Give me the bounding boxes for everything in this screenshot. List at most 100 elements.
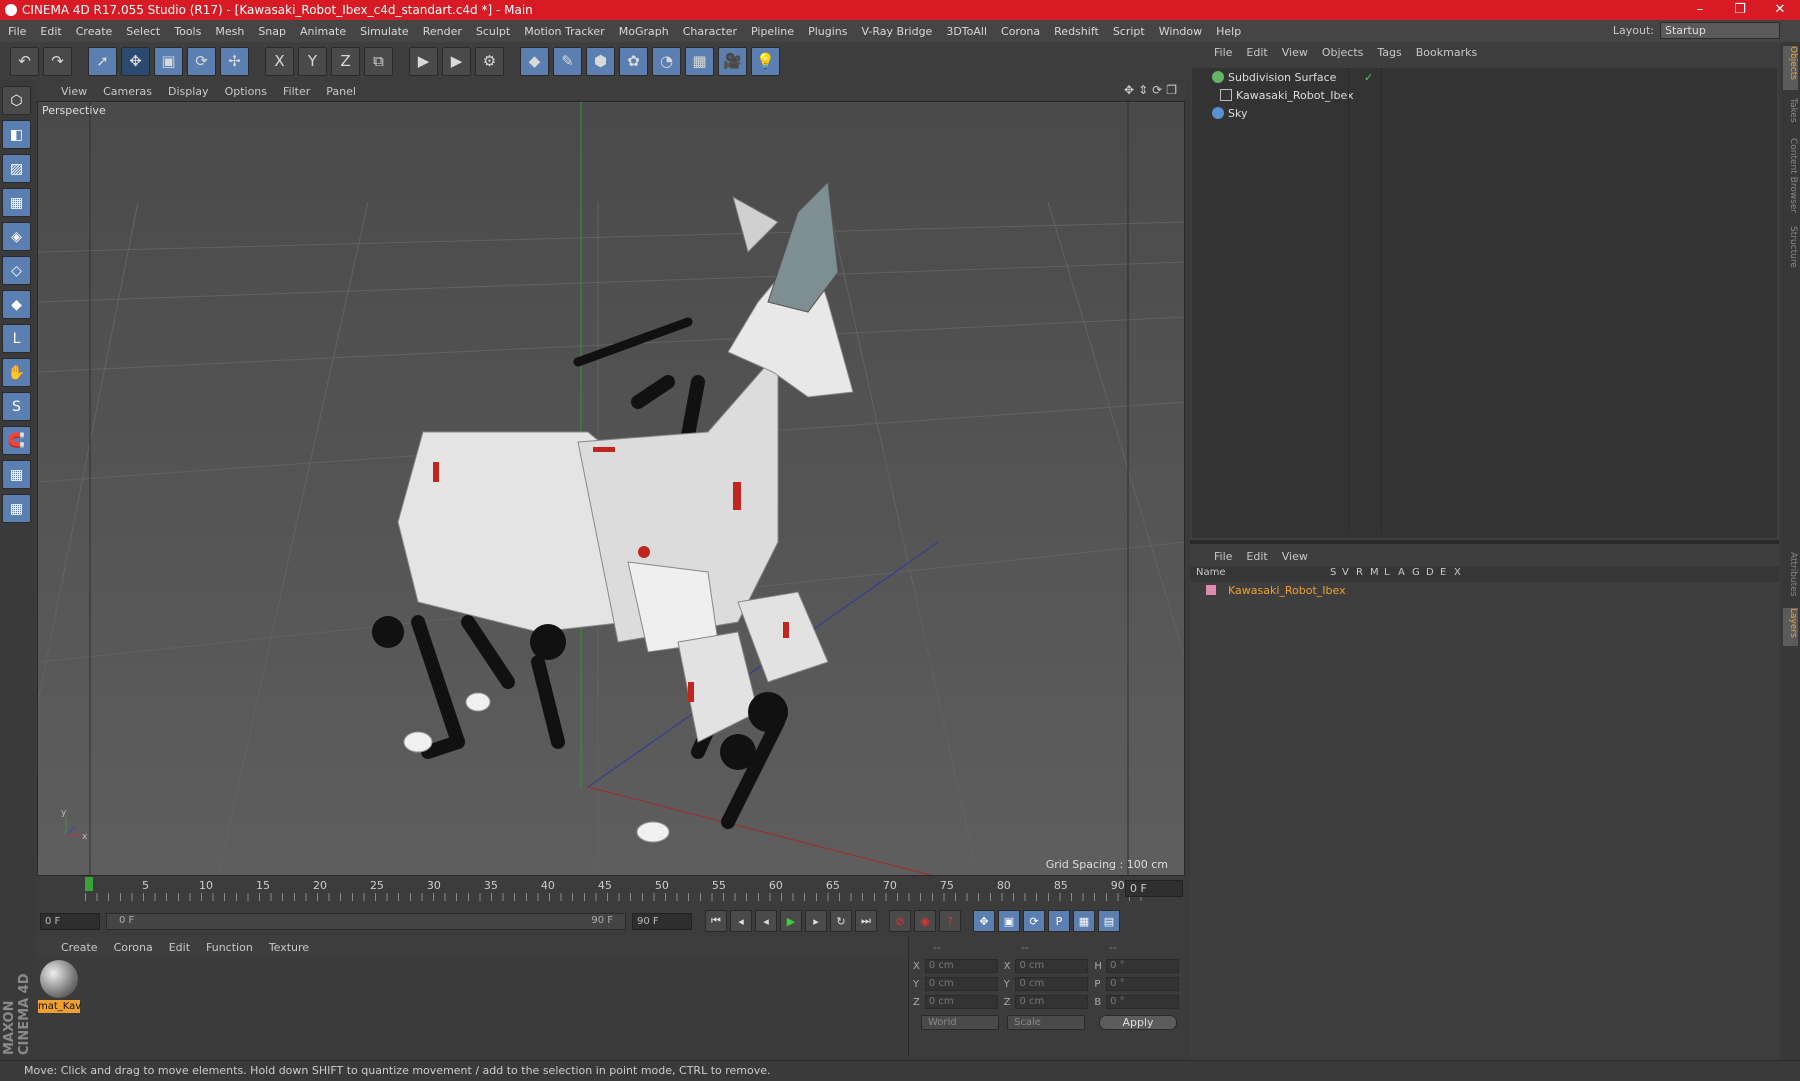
play-icon[interactable]: ▶	[780, 910, 802, 932]
menu-3dtoall[interactable]: 3DToAll	[946, 25, 987, 38]
coord-space-dropdown[interactable]: World	[921, 1015, 999, 1030]
polygons-mode-icon[interactable]: ◆	[2, 290, 31, 319]
objects-menu-edit[interactable]: Edit	[1246, 46, 1267, 59]
viewport-menu-filter[interactable]: Filter	[283, 85, 310, 98]
pla-key-icon[interactable]: ▦	[1073, 910, 1095, 932]
object-flags[interactable]	[1348, 104, 1382, 122]
layer-column-e[interactable]: E	[1440, 567, 1446, 578]
coord-value-field[interactable]: 0 cm	[924, 977, 998, 991]
menu-select[interactable]: Select	[126, 25, 160, 38]
timeline-icon[interactable]: ▤	[1098, 910, 1120, 932]
render-settings-icon[interactable]: ⚙	[475, 46, 504, 76]
objects-menu-objects[interactable]: Objects	[1322, 46, 1364, 59]
menu-mograph[interactable]: MoGraph	[619, 25, 669, 38]
points-mode-icon[interactable]: ◈	[2, 222, 31, 251]
objects-menu-tags[interactable]: Tags	[1377, 46, 1401, 59]
coord-value-field[interactable]: 0 °	[1106, 995, 1179, 1009]
layer-column-d[interactable]: D	[1426, 567, 1434, 578]
menu-tools[interactable]: Tools	[174, 25, 201, 38]
menu-motion-tracker[interactable]: Motion Tracker	[524, 25, 604, 38]
goto-start-icon[interactable]: ⏮	[705, 910, 727, 932]
edges-mode-icon[interactable]: ◇	[2, 256, 31, 285]
coord-value-field[interactable]: 0 cm	[1015, 995, 1089, 1009]
coord-value-field[interactable]: 0 °	[1106, 977, 1179, 991]
minimize-button[interactable]: –	[1680, 0, 1720, 20]
objects-menu-bookmarks[interactable]: Bookmarks	[1416, 46, 1477, 59]
tab-attributes[interactable]: Attributes	[1783, 552, 1798, 606]
material-name[interactable]: mat_Kav	[38, 1000, 81, 1013]
menu-edit[interactable]: Edit	[40, 25, 61, 38]
workplane-icon[interactable]: ▦	[2, 188, 31, 217]
prev-key-icon[interactable]: ◂	[730, 910, 752, 932]
close-button[interactable]: ✕	[1760, 0, 1800, 20]
snapping-icon[interactable]: 🧲	[2, 426, 31, 455]
tab-structure[interactable]: Structure	[1783, 226, 1798, 276]
maximize-button[interactable]: ❐	[1720, 0, 1760, 20]
x-axis-icon[interactable]: X	[265, 46, 294, 76]
next-key-icon[interactable]: ▸	[805, 910, 827, 932]
menu-pipeline[interactable]: Pipeline	[751, 25, 794, 38]
menu-help[interactable]: Help	[1216, 25, 1241, 38]
locked-workplane-icon[interactable]: ▦	[2, 460, 31, 489]
pen-spline-icon[interactable]: ✎	[553, 46, 582, 76]
viewport-menu-view[interactable]: View	[61, 85, 87, 98]
object-row-subdivision-surface[interactable]: Subdivision Surface ✓	[1192, 68, 1777, 86]
current-frame-field[interactable]: 0 F	[1125, 880, 1183, 897]
playhead[interactable]	[85, 877, 93, 891]
play-back-icon[interactable]: ◂	[755, 910, 777, 932]
loop-icon[interactable]: ↻	[830, 910, 852, 932]
light-icon[interactable]: 💡	[751, 46, 780, 76]
timeline-ruler[interactable]: 051015202530354045505560657075808590 0 F	[37, 877, 1185, 905]
layer-column-v[interactable]: V	[1342, 567, 1349, 578]
record-off-icon[interactable]: ⊘	[889, 910, 911, 932]
layers-menu-view[interactable]: View	[1282, 550, 1308, 563]
floor-icon[interactable]: ▦	[685, 46, 714, 76]
menu-vray-bridge[interactable]: V-Ray Bridge	[861, 25, 932, 38]
menu-simulate[interactable]: Simulate	[360, 25, 409, 38]
texture-mode-icon[interactable]: ▨	[2, 154, 31, 183]
z-axis-icon[interactable]: Z	[331, 46, 360, 76]
panel-splitter[interactable]	[1190, 540, 1779, 544]
make-editable-icon[interactable]: ⬡	[2, 86, 31, 115]
layer-column-g[interactable]: G	[1412, 567, 1420, 578]
material-menu-function[interactable]: Function	[206, 941, 253, 954]
subdivision-icon[interactable]: ⬢	[586, 46, 615, 76]
select-arrow-icon[interactable]: ➚	[88, 46, 117, 76]
timeline-ruler-marks[interactable]	[85, 893, 1145, 901]
layer-column-m[interactable]: M	[1370, 567, 1379, 578]
menu-script[interactable]: Script	[1113, 25, 1145, 38]
viewport-menu-panel[interactable]: Panel	[326, 85, 356, 98]
enabled-check-icon[interactable]: ✓	[1364, 71, 1373, 84]
timeline-ticks[interactable]: 051015202530354045505560657075808590	[85, 877, 1145, 901]
autokey-icon[interactable]: ◉	[914, 910, 936, 932]
y-axis-icon[interactable]: Y	[298, 46, 327, 76]
material-menu-edit[interactable]: Edit	[169, 941, 190, 954]
coord-mode-dropdown[interactable]: Scale	[1007, 1015, 1085, 1030]
perspective-viewport[interactable]: y x Perspective Grid Spacing : 100 cm	[37, 101, 1185, 876]
menu-animate[interactable]: Animate	[300, 25, 346, 38]
menu-mesh[interactable]: Mesh	[215, 25, 244, 38]
objects-menu-file[interactable]: File	[1214, 46, 1232, 59]
coord-value-field[interactable]: 0 cm	[1015, 977, 1089, 991]
cube-primitive-icon[interactable]: ◆	[520, 46, 549, 76]
deformer-icon[interactable]: ◔	[652, 46, 681, 76]
maximize-view-icon[interactable]: ❐	[1166, 83, 1177, 97]
layer-column-l[interactable]: L	[1384, 567, 1390, 578]
camera-icon[interactable]: 🎥	[718, 46, 747, 76]
layer-column-s[interactable]: S	[1330, 567, 1336, 578]
keyframe-info-icon[interactable]: ?	[939, 910, 961, 932]
tab-content-browser[interactable]: Content Browser	[1783, 138, 1798, 218]
scale-key-icon[interactable]: ▣	[998, 910, 1020, 932]
tab-takes[interactable]: Takes	[1783, 98, 1798, 132]
soft-selection-icon[interactable]: S	[2, 392, 31, 421]
material-menu-texture[interactable]: Texture	[269, 941, 309, 954]
tab-layers[interactable]: Layers	[1783, 608, 1798, 646]
menu-plugins[interactable]: Plugins	[808, 25, 847, 38]
viewport-menu-display[interactable]: Display	[168, 85, 209, 98]
layout-select[interactable]: Startup	[1660, 22, 1780, 39]
goto-end-icon[interactable]: ⏭	[855, 910, 877, 932]
menu-redshift[interactable]: Redshift	[1054, 25, 1099, 38]
material-menu-create[interactable]: Create	[61, 941, 98, 954]
layers-menu-edit[interactable]: Edit	[1246, 550, 1267, 563]
model-mode-icon[interactable]: ◧	[2, 120, 31, 149]
